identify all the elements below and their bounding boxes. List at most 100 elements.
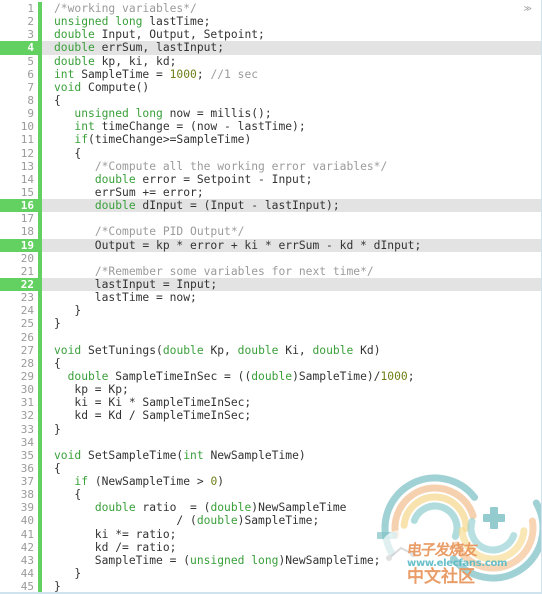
line-number: 20 <box>20 251 34 265</box>
token-pl: } <box>54 567 82 581</box>
code-line[interactable]: 8{ <box>0 93 541 108</box>
token-pl: )NewSampleTime; <box>278 553 381 567</box>
code-line[interactable]: 28 { <box>0 356 541 370</box>
token-pl: SampleTimeInSec = (( <box>108 369 252 383</box>
code-line[interactable]: 41 ki *= ratio; <box>0 527 541 541</box>
code-line[interactable]: 15 errSum += error; <box>0 185 541 200</box>
token-pl: ratio = ( <box>135 501 211 515</box>
code-line[interactable]: 45} <box>0 580 541 594</box>
token-pl: error = Setpoint - Input; <box>135 172 313 186</box>
code-line[interactable]: 33} <box>0 422 541 436</box>
token-kw: double <box>54 54 95 68</box>
token-pl: Input, Output, Setpoint; <box>94 28 265 42</box>
token-cm: /*working variables*/ <box>54 2 197 15</box>
line-number: 9 <box>27 107 34 121</box>
token-pl: { <box>54 461 61 475</box>
code-text: } <box>42 304 541 317</box>
token-pl: } <box>54 304 82 318</box>
token-num: 1000 <box>169 67 197 81</box>
token-pl: kp, ki, kd; <box>94 54 177 68</box>
code-text: int timeChange = (now - lastTime); <box>42 120 541 133</box>
line-number: 39 <box>20 501 34 515</box>
code-line[interactable]: 22 lastInput = Input; <box>0 277 541 292</box>
code-line[interactable]: 34 <box>0 435 541 449</box>
code-line[interactable]: 16 double dInput = (Input - lastInput); <box>0 199 541 213</box>
code-line[interactable]: 4 double errSum, lastInput; <box>0 41 541 55</box>
line-number: 34 <box>20 435 34 449</box>
code-line[interactable]: 39 double ratio = (double)NewSampleTime <box>0 501 541 515</box>
code-text: /*working variables*/ <box>42 2 541 15</box>
line-number: 13 <box>20 159 34 173</box>
code-line[interactable]: 44 } <box>0 567 541 581</box>
code-line[interactable]: 6 int SampleTime = 1000; //1 sec <box>0 67 541 81</box>
code-line[interactable]: 9 unsigned long now = millis(); <box>0 107 541 121</box>
code-line[interactable]: 19 Output = kp * error + ki * errSum - k… <box>0 238 541 252</box>
code-line[interactable]: 40 / (double)SampleTime; <box>0 514 541 528</box>
line-number: 44 <box>20 567 34 581</box>
token-kw: void <box>54 343 82 357</box>
code-line[interactable]: 12 { <box>0 146 541 160</box>
token-pl: } <box>54 580 61 594</box>
code-line[interactable]: 7 void Compute() <box>0 80 541 94</box>
code-line-list: 1 /*working variables*/ 2 unsigned long las… <box>0 2 541 594</box>
line-number: 32 <box>20 409 34 423</box>
line-number: 31 <box>20 396 34 410</box>
code-line[interactable]: 21 /*Remember some variables for next ti… <box>0 264 541 278</box>
code-viewer[interactable]: ≫ 1 /*working variables*/ 2 unsigned long l… <box>0 0 542 594</box>
line-number: 4 <box>0 41 38 55</box>
token-pl: errSum += error; <box>54 185 204 199</box>
line-number: 7 <box>27 80 34 94</box>
token-pl: ; <box>196 67 211 81</box>
code-line[interactable]: 11 if(timeChange>=SampleTime) <box>0 133 541 147</box>
code-text: /*Compute PID Output*/ <box>42 225 541 238</box>
expand-button[interactable]: ≫ <box>515 0 541 18</box>
token-pl: )SampleTime; <box>237 514 320 528</box>
token-cm: //1 sec <box>210 67 259 81</box>
code-line[interactable]: 3 double Input, Output, Setpoint; <box>0 28 541 42</box>
code-text: } <box>42 567 541 580</box>
code-text: double Input, Output, Setpoint; <box>42 28 541 41</box>
token-pl: } <box>54 317 61 331</box>
code-line[interactable]: 31 ki = Ki * SampleTimeInSec; <box>0 396 541 410</box>
code-line[interactable]: 27 void SetTunings(double Kp, double Ki, … <box>0 343 541 357</box>
token-pl: ki *= ratio; <box>54 527 177 541</box>
code-line[interactable]: 37 if (NewSampleTime > 0) <box>0 475 541 489</box>
code-line[interactable]: 35 void SetSampleTime(int NewSampleTime) <box>0 448 541 462</box>
code-line[interactable]: 36 { <box>0 461 541 476</box>
code-line[interactable]: 26 <box>0 330 541 344</box>
code-line[interactable]: 10 int timeChange = (now - lastTime); <box>0 120 541 134</box>
line-number: 35 <box>20 448 34 462</box>
code-line[interactable]: 25} <box>0 317 541 331</box>
code-line[interactable]: 23 lastTime = now; <box>0 291 541 305</box>
code-line[interactable]: 24 } <box>0 304 541 318</box>
token-cm: /*Compute all the working error variable… <box>94 159 388 173</box>
line-number: 14 <box>20 172 34 186</box>
code-line[interactable]: 20 <box>0 251 541 265</box>
code-line[interactable]: 5 double kp, ki, kd; <box>0 54 541 68</box>
token-kw: double <box>210 501 252 515</box>
token-kw: double <box>251 369 293 383</box>
code-line[interactable]: 13 /*Compute all the working error varia… <box>0 159 541 173</box>
code-line[interactable]: 43 SampleTime = (unsigned long)NewSample… <box>0 553 541 568</box>
code-line[interactable]: 32 kd = Kd / SampleTimeInSec; <box>0 409 541 423</box>
code-line[interactable]: 14 double error = Setpoint - Input; <box>0 172 541 186</box>
token-pl: { <box>54 488 82 502</box>
line-number: 33 <box>20 422 34 436</box>
code-line[interactable]: 18 /*Compute PID Output*/ <box>0 225 541 239</box>
code-line[interactable]: 38 { <box>0 488 541 502</box>
code-text: } <box>42 317 541 330</box>
code-text: ki = Ki * SampleTimeInSec; <box>42 396 541 409</box>
code-line[interactable]: 2 unsigned long lastTime; <box>0 15 541 29</box>
code-line[interactable]: 1 /*working variables*/ <box>0 2 541 16</box>
code-line[interactable]: 17 <box>0 212 541 226</box>
code-line[interactable]: 30 kp = Kp; <box>0 383 541 397</box>
token-pl: lastTime = now; <box>54 291 197 305</box>
code-line[interactable]: 42 kd /= ratio; <box>0 540 541 554</box>
token-kw: double <box>94 172 136 186</box>
code-line[interactable]: 29 double SampleTimeInSec = ((double)Sam… <box>0 369 541 384</box>
code-text: unsigned long now = millis(); <box>42 107 541 120</box>
